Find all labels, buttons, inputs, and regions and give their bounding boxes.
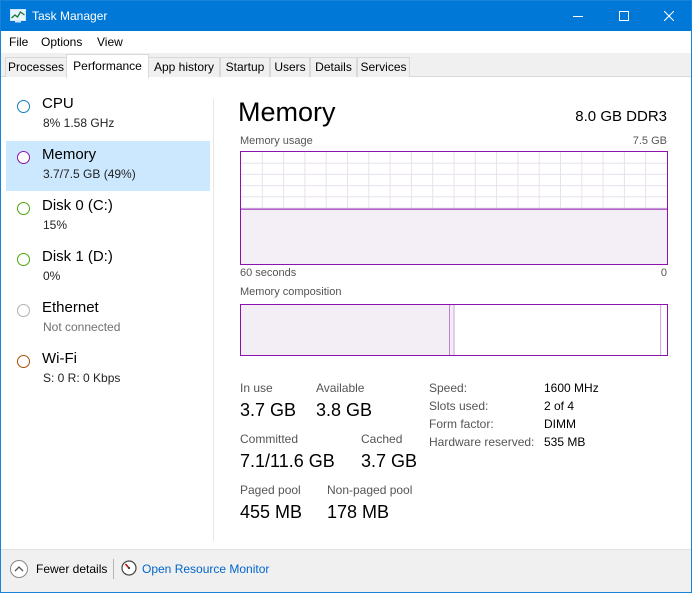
menu-view[interactable]: View <box>97 35 123 49</box>
tab-details[interactable]: Details <box>310 57 357 77</box>
cached-label: Cached <box>361 432 403 446</box>
memory-usage-label: Memory usage <box>240 135 313 147</box>
sidebar-item-disk0[interactable]: Disk 0 (C:) 15% <box>6 192 210 242</box>
form-factor-value: DIMM <box>544 417 576 431</box>
committed-label: Committed <box>240 432 299 446</box>
chevron-up-icon[interactable] <box>10 560 28 578</box>
in-use-label: In use <box>240 381 273 395</box>
memory-usage-graph <box>240 151 668 265</box>
tab-services[interactable]: Services <box>357 57 410 77</box>
sidebar-item-sub: 3.7/7.5 GB (49%) <box>43 167 136 181</box>
memory-composition-svg <box>241 305 662 355</box>
footer-bar: Fewer details Open Resource Monitor <box>1 549 691 592</box>
cached-value: 3.7 GB <box>361 451 418 471</box>
sidebar-item-name: Disk 0 (C:) <box>42 197 113 214</box>
tab-app-history[interactable]: App history <box>148 57 220 77</box>
page-title: Memory <box>238 97 336 127</box>
slots-label: Slots used: <box>429 399 489 413</box>
title-bar[interactable]: Task Manager <box>1 1 691 31</box>
paged-pool-value: 455 MB <box>240 502 303 522</box>
tab-strip: Processes Performance App history Startu… <box>1 53 691 78</box>
performance-panel: CPU 8% 1.58 GHz Memory 3.7/7.5 GB (49%) … <box>1 77 691 549</box>
sidebar-item-ethernet[interactable]: Ethernet Not connected <box>6 294 210 344</box>
memory-composition-label: Memory composition <box>240 286 342 298</box>
memory-graph-icon <box>17 151 30 164</box>
minimize-icon <box>573 16 583 17</box>
sidebar-item-cpu[interactable]: CPU 8% 1.58 GHz <box>6 90 210 140</box>
disk-graph-icon <box>17 253 30 266</box>
speed-value: 1600 MHz <box>544 381 599 395</box>
sidebar-item-disk1[interactable]: Disk 1 (D:) 0% <box>6 243 210 293</box>
fewer-details-button[interactable]: Fewer details <box>36 562 107 576</box>
footer-separator <box>113 559 114 579</box>
sidebar-item-sub: 0% <box>43 269 61 283</box>
cpu-graph-icon <box>17 100 30 113</box>
graph-time-end: 0 <box>660 267 667 279</box>
memory-spec: 8.0 GB DDR3 <box>575 108 667 125</box>
sidebar-item-sub: S: 0 R: 0 Kbps <box>43 371 121 385</box>
tab-startup[interactable]: Startup <box>220 57 270 77</box>
close-icon <box>664 11 674 21</box>
disk-graph-icon <box>17 202 30 215</box>
open-resource-monitor-link[interactable]: Open Resource Monitor <box>142 562 269 576</box>
sidebar-item-name: CPU <box>42 95 74 112</box>
menu-bar: File Options View <box>1 31 691 53</box>
sidebar-item-name: Ethernet <box>42 299 99 316</box>
available-label: Available <box>316 381 365 395</box>
sidebar-item-name: Wi-Fi <box>42 350 77 367</box>
task-manager-window: Task Manager File Options View Processes… <box>0 0 692 593</box>
panel-divider <box>213 99 214 541</box>
tab-performance[interactable]: Performance <box>66 54 149 78</box>
maximize-icon <box>619 11 629 21</box>
sidebar-item-sub: Not connected <box>43 320 121 334</box>
sidebar-item-name: Disk 1 (D:) <box>42 248 113 265</box>
tab-users[interactable]: Users <box>270 57 310 77</box>
sidebar-item-sub: 15% <box>43 218 68 232</box>
ethernet-graph-icon <box>17 304 30 317</box>
memory-usage-fill <box>241 209 667 264</box>
speed-label: Speed: <box>429 381 468 395</box>
slots-value: 2 of 4 <box>544 399 575 413</box>
hardware-reserved-value: 535 MB <box>544 435 586 449</box>
memory-usage-svg <box>241 152 667 264</box>
sidebar-item-wifi[interactable]: Wi-Fi S: 0 R: 0 Kbps <box>6 345 210 395</box>
close-button[interactable] <box>646 1 692 31</box>
memory-usage-max: 7.5 GB <box>632 135 667 147</box>
menu-options[interactable]: Options <box>41 35 82 49</box>
composition-in-use <box>241 305 450 355</box>
tab-processes[interactable]: Processes <box>5 57 67 77</box>
menu-file[interactable]: File <box>9 35 28 49</box>
memory-composition-bar[interactable] <box>240 304 668 356</box>
sidebar-item-name: Memory <box>42 146 97 163</box>
composition-modified <box>449 305 454 355</box>
maximize-button[interactable] <box>601 1 647 31</box>
committed-value: 7.1/11.6 GB <box>240 451 335 471</box>
task-manager-icon <box>10 9 26 23</box>
graph-time-label: 60 seconds <box>240 267 297 279</box>
wifi-graph-icon <box>17 355 30 368</box>
in-use-value: 3.7 GB <box>240 400 297 420</box>
window-title: Task Manager <box>32 9 108 23</box>
nonpaged-pool-value: 178 MB <box>327 502 390 522</box>
nonpaged-pool-label: Non-paged pool <box>327 483 413 497</box>
minimize-button[interactable] <box>555 1 601 31</box>
sidebar-item-sub: 8% 1.58 GHz <box>43 116 115 130</box>
resource-monitor-icon[interactable] <box>121 560 137 576</box>
sidebar-item-memory[interactable]: Memory 3.7/7.5 GB (49%) <box>6 141 210 191</box>
available-value: 3.8 GB <box>316 400 373 420</box>
hardware-reserved-label: Hardware reserved: <box>429 435 535 449</box>
form-factor-label: Form factor: <box>429 417 494 431</box>
paged-pool-label: Paged pool <box>240 483 301 497</box>
